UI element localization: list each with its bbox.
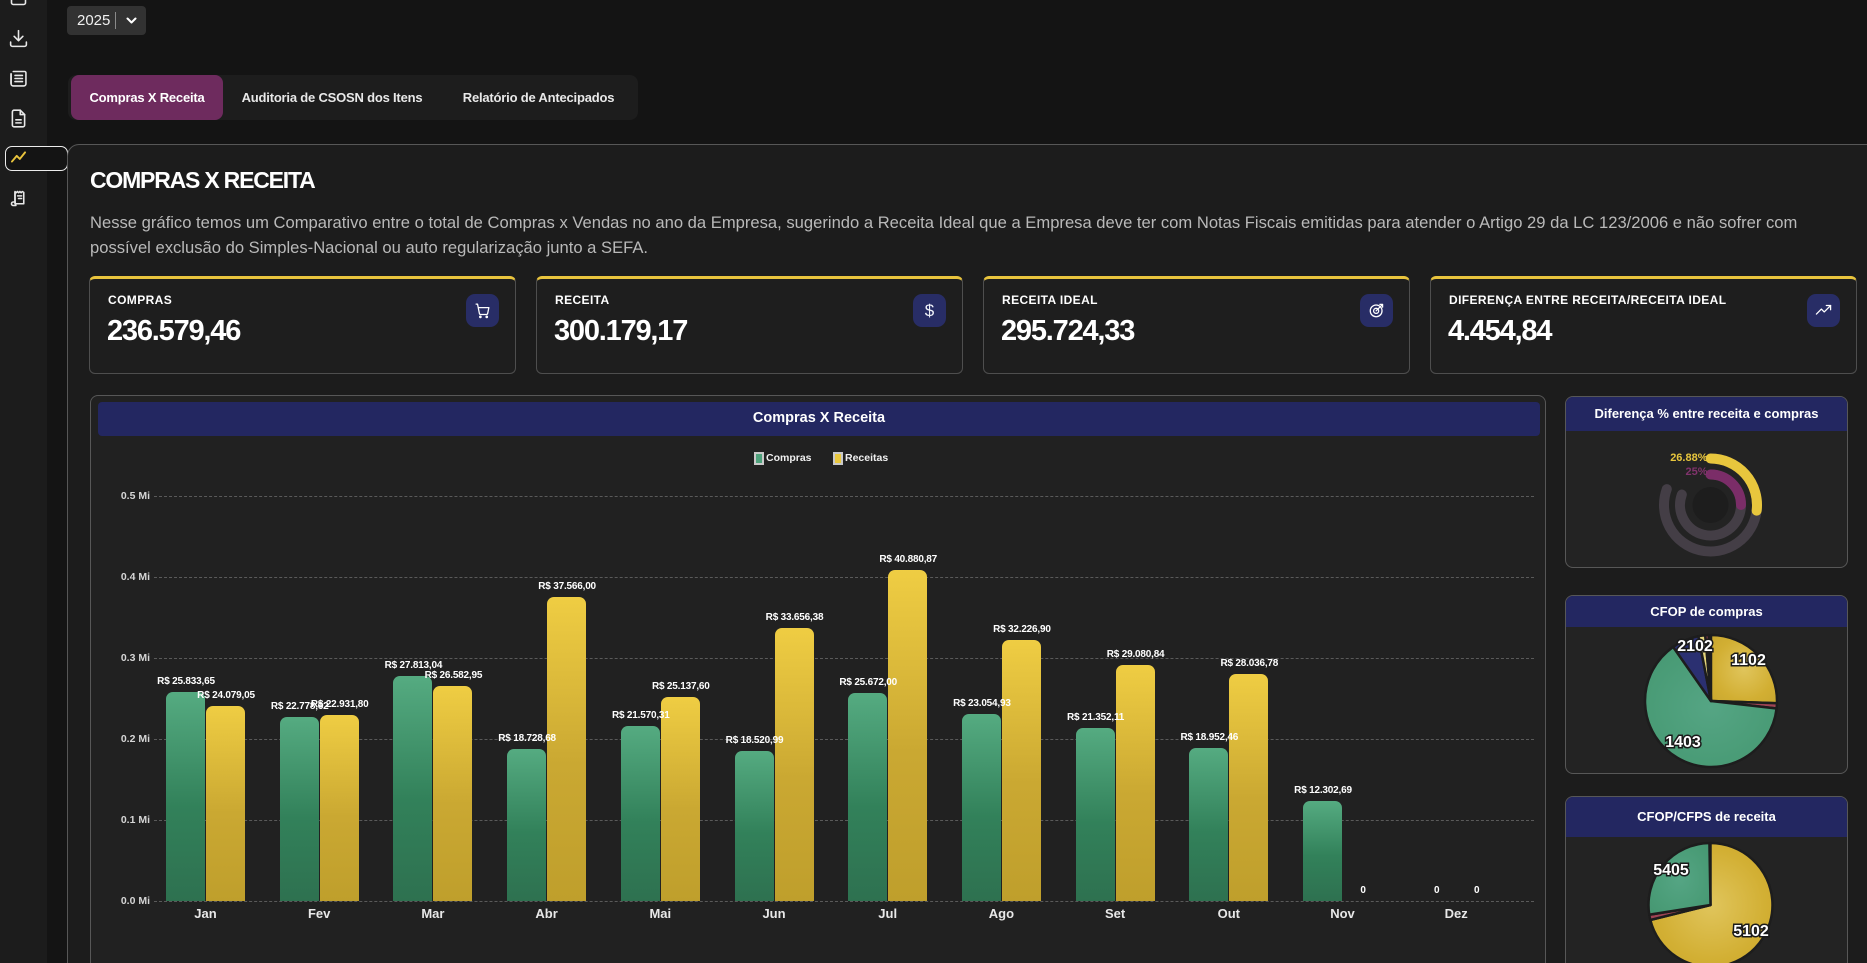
svg-text:26.88%: 26.88% <box>1670 452 1708 464</box>
svg-text:1403: 1403 <box>1665 734 1701 751</box>
svg-text:5405: 5405 <box>1653 862 1689 879</box>
svg-text:5102: 5102 <box>1733 923 1769 940</box>
svg-text:25%: 25% <box>1685 466 1707 478</box>
svg-text:2102: 2102 <box>1677 638 1713 655</box>
svg-text:1102: 1102 <box>1731 652 1766 669</box>
